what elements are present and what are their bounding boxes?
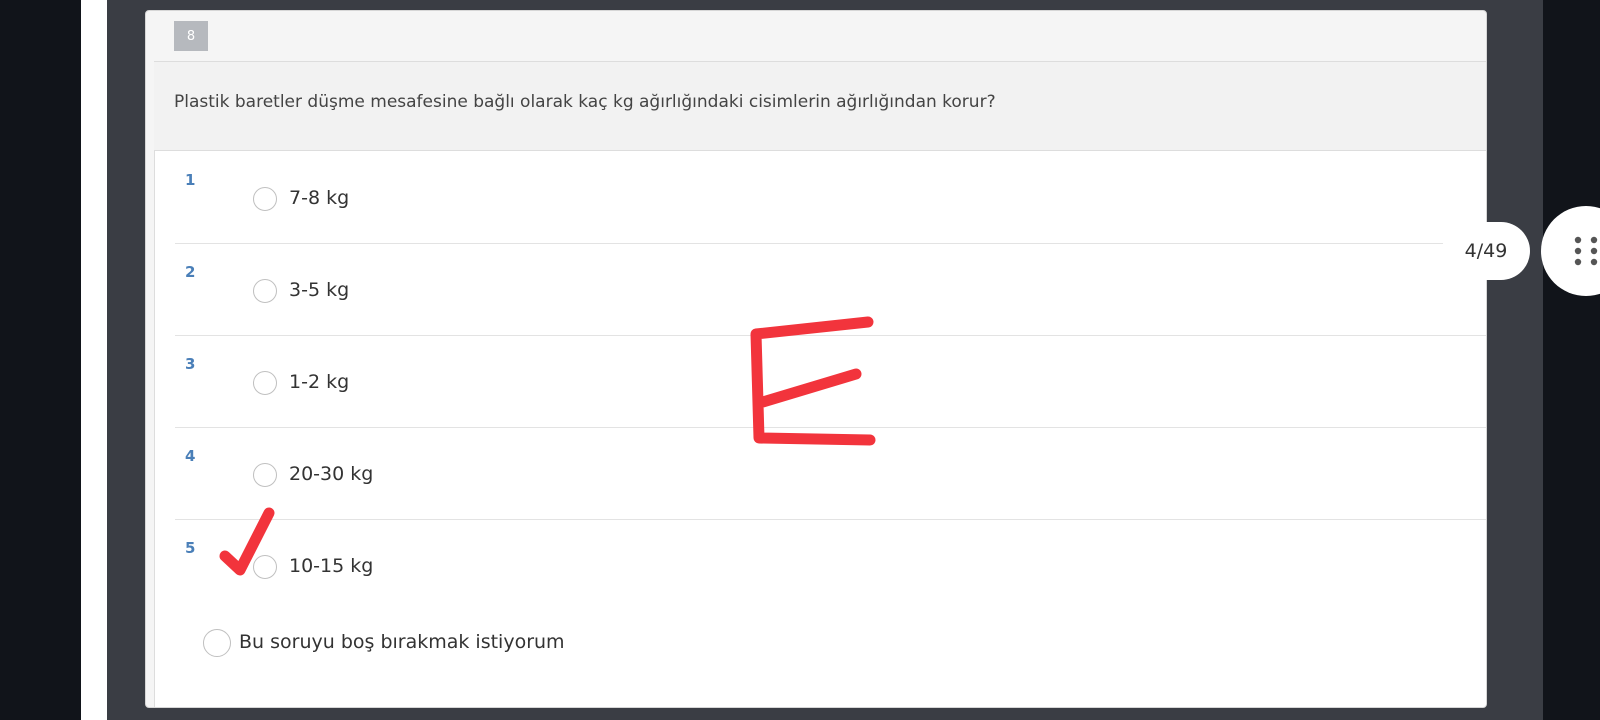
option-row[interactable]: 5 10-15 kg: [175, 519, 1486, 611]
option-radio[interactable]: [253, 463, 277, 487]
option-radio[interactable]: [253, 187, 277, 211]
option-number: 5: [185, 539, 196, 557]
options-list: 1 7-8 kg 2 3-5 kg 3 1-2 kg 4 20-30 kg 5 …: [154, 151, 1486, 707]
option-label: 7-8 kg: [289, 187, 350, 209]
question-text-area: Plastik baretler düşme mesafesine bağlı …: [154, 61, 1486, 151]
option-number: 1: [185, 171, 196, 189]
option-number: 2: [185, 263, 196, 281]
option-radio[interactable]: [253, 279, 277, 303]
option-row[interactable]: 3 1-2 kg: [175, 335, 1486, 428]
option-number: 4: [185, 447, 196, 465]
grip-dots-icon: [1574, 236, 1598, 266]
question-text: Plastik baretler düşme mesafesine bağlı …: [174, 92, 996, 112]
option-label: 10-15 kg: [289, 555, 374, 577]
option-radio[interactable]: [253, 371, 277, 395]
question-number-badge: 8: [174, 21, 208, 51]
option-label: 3-5 kg: [289, 279, 350, 301]
option-number: 3: [185, 355, 196, 373]
question-card: 8 Plastik baretler düşme mesafesine bağl…: [145, 10, 1487, 708]
menu-button[interactable]: [1541, 206, 1600, 296]
skip-question-option[interactable]: Bu soruyu boş bırakmak istiyorum: [203, 621, 703, 661]
option-radio[interactable]: [253, 555, 277, 579]
option-label: 20-30 kg: [289, 463, 374, 485]
skip-label: Bu soruyu boş bırakmak istiyorum: [239, 631, 565, 653]
option-row[interactable]: 1 7-8 kg: [175, 151, 1486, 244]
option-row[interactable]: 4 20-30 kg: [175, 427, 1486, 520]
skip-radio[interactable]: [203, 629, 231, 657]
option-label: 1-2 kg: [289, 371, 350, 393]
page-counter: 4/49: [1442, 222, 1530, 280]
option-row[interactable]: 2 3-5 kg: [175, 243, 1486, 336]
